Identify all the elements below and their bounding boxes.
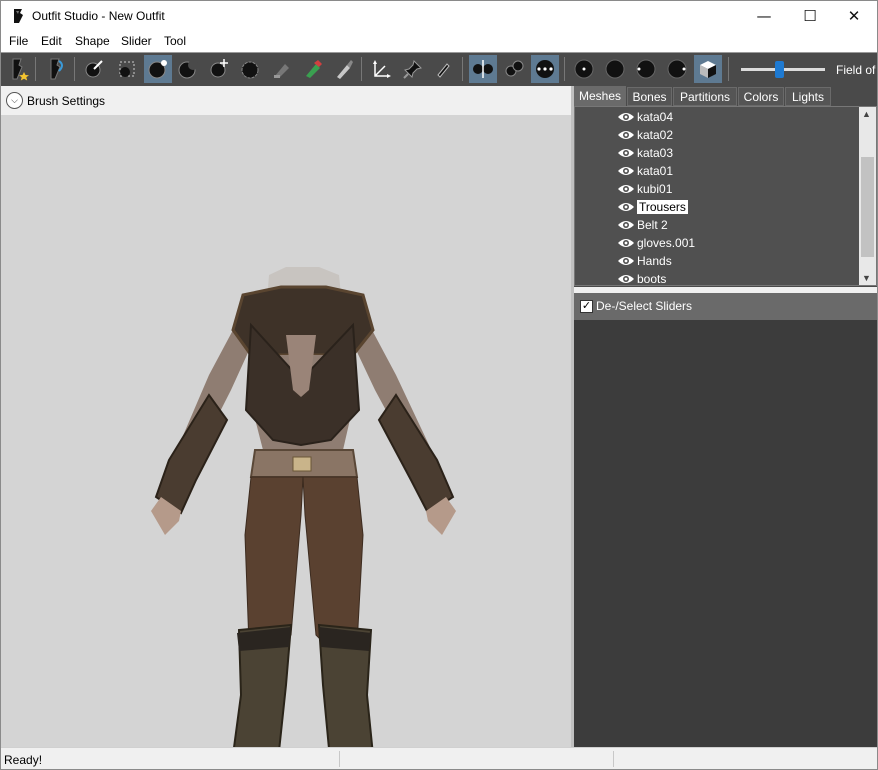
eye-icon[interactable] <box>617 201 635 213</box>
menu-slider[interactable]: Slider <box>121 34 152 48</box>
eye-icon[interactable] <box>617 219 635 231</box>
eye-icon[interactable] <box>617 111 635 123</box>
deselect-sliders-checkbox[interactable]: ✓ <box>580 300 593 313</box>
project-tabs: Meshes Bones Partitions Colors Lights <box>574 86 877 106</box>
eye-icon[interactable] <box>617 147 635 159</box>
list-item[interactable]: kata04 <box>617 108 673 126</box>
mesh-name: Trousers <box>637 200 688 214</box>
mesh-name: kubi01 <box>637 182 673 196</box>
scroll-up-icon[interactable]: ▲ <box>862 109 871 119</box>
brush-settings-label: Brush Settings <box>27 94 106 108</box>
field-of-view-slider-thumb[interactable] <box>774 61 784 78</box>
minimize-button[interactable]: — <box>741 1 787 31</box>
deselect-sliders-label[interactable]: De-/Select Sliders <box>596 299 692 313</box>
eye-icon[interactable] <box>617 183 635 195</box>
inflate-brush-icon[interactable] <box>144 55 172 83</box>
slider-list <box>574 320 877 747</box>
x-mirror-icon[interactable] <box>469 55 497 83</box>
tab-colors[interactable]: Colors <box>738 87 784 106</box>
eye-icon[interactable] <box>617 165 635 177</box>
mesh-name: Hands <box>637 254 672 268</box>
list-item[interactable]: kata02 <box>617 126 673 144</box>
list-item-selected[interactable]: Trousers <box>617 198 688 216</box>
mesh-name: kata04 <box>637 110 674 124</box>
undiff-brush-icon[interactable] <box>268 55 296 83</box>
mesh-name: boots <box>637 272 667 286</box>
view-back-icon[interactable] <box>601 55 629 83</box>
mesh-list-scrollbar[interactable]: ▲ ▼ <box>859 107 876 285</box>
color-brush-icon[interactable] <box>329 55 357 83</box>
menu-file[interactable]: File <box>9 34 28 48</box>
smooth-brush-icon[interactable] <box>236 55 264 83</box>
outfit-studio-window: Outfit Studio - New Outfit — ☐ ✕ File Ed… <box>0 0 878 770</box>
tab-meshes[interactable]: Meshes <box>574 86 626 106</box>
list-item[interactable]: Belt 2 <box>617 216 668 234</box>
pin-icon[interactable] <box>399 55 427 83</box>
new-project-icon[interactable] <box>4 55 32 83</box>
outfit-studio-logo-icon <box>14 9 23 23</box>
scrollbar-thumb[interactable] <box>861 157 874 257</box>
mesh-name: gloves.001 <box>637 236 696 250</box>
tab-partitions[interactable]: Partitions <box>673 87 737 106</box>
brush-settings-header[interactable]: ⌵ Brush Settings <box>1 86 571 115</box>
eye-icon[interactable] <box>617 273 635 285</box>
tab-lights[interactable]: Lights <box>785 87 831 106</box>
3d-viewport[interactable] <box>1 115 571 770</box>
mesh-name: kata02 <box>637 128 674 142</box>
global-brush-icon[interactable] <box>531 55 559 83</box>
deflate-brush-icon[interactable] <box>174 55 202 83</box>
chevron-down-icon[interactable]: ⌵ <box>6 92 23 109</box>
field-of-view-label: Field of <box>836 63 876 77</box>
list-item[interactable]: boots <box>617 270 666 288</box>
view-right-icon[interactable] <box>663 55 691 83</box>
list-item[interactable]: kata01 <box>617 162 673 180</box>
mesh-name: Belt 2 <box>637 218 668 232</box>
move-brush-icon[interactable] <box>205 55 233 83</box>
sliders-header: ✓ De-/Select Sliders <box>574 293 877 320</box>
close-button[interactable]: ✕ <box>831 1 877 31</box>
mask-brush-icon[interactable] <box>113 55 141 83</box>
edit-icon[interactable] <box>429 55 457 83</box>
menu-tool[interactable]: Tool <box>164 34 186 48</box>
scroll-down-icon[interactable]: ▼ <box>862 273 871 283</box>
collision-icon[interactable] <box>368 55 396 83</box>
title-bar: Outfit Studio - New Outfit — ☐ ✕ <box>1 1 877 31</box>
list-item[interactable]: gloves.001 <box>617 234 695 252</box>
view-left-icon[interactable] <box>632 55 660 83</box>
menu-shape[interactable]: Shape <box>75 34 110 48</box>
weight-brush-icon[interactable] <box>299 55 327 83</box>
mesh-name: kata01 <box>637 164 674 178</box>
eye-icon[interactable] <box>617 129 635 141</box>
maximize-button[interactable]: ☐ <box>787 1 833 31</box>
connected-only-icon[interactable] <box>500 55 528 83</box>
eye-icon[interactable] <box>617 255 635 267</box>
list-item[interactable]: Hands <box>617 252 672 270</box>
menu-bar: File Edit Shape Slider Tool <box>1 31 877 52</box>
list-item[interactable]: kata03 <box>617 144 673 162</box>
perspective-icon[interactable] <box>694 55 722 83</box>
load-outfit-icon[interactable] <box>42 55 70 83</box>
window-title: Outfit Studio - New Outfit <box>32 9 165 23</box>
right-panel: Meshes Bones Partitions Colors Lights ka… <box>574 86 877 747</box>
list-item[interactable]: kubi01 <box>617 180 672 198</box>
eye-icon[interactable] <box>617 237 635 249</box>
tab-bones[interactable]: Bones <box>627 87 672 106</box>
status-bar: Ready! <box>1 747 877 769</box>
left-panel: ⌵ Brush Settings <box>1 86 571 770</box>
mesh-list: kata04 kata02 kata03 kata01 kubi01 Trous… <box>574 106 877 286</box>
mesh-name: kata03 <box>637 146 674 160</box>
status-text: Ready! <box>4 753 43 767</box>
outfit-model-render <box>151 267 456 770</box>
select-brush-icon[interactable] <box>80 55 108 83</box>
menu-edit[interactable]: Edit <box>41 34 62 48</box>
view-front-icon[interactable] <box>570 55 598 83</box>
toolbar: Field of <box>1 52 877 86</box>
